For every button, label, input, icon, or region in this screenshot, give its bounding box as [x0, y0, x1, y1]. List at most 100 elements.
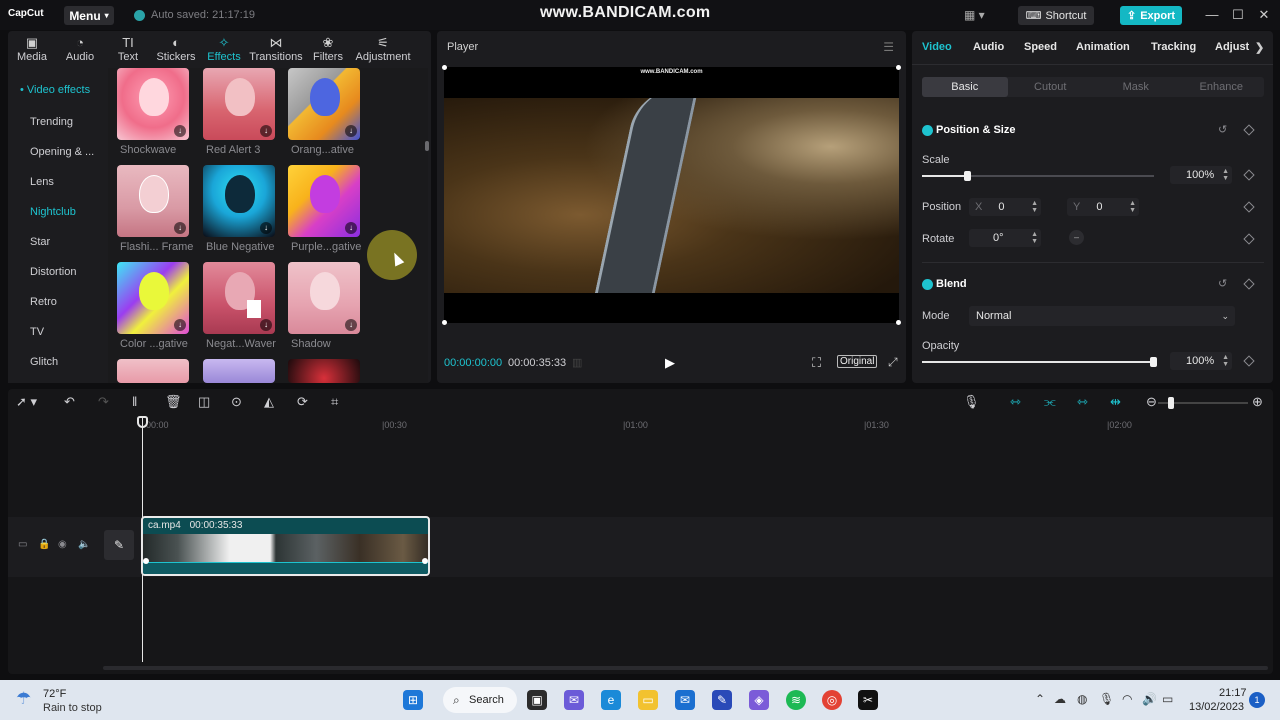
windows-start-icon[interactable]: ⊞	[403, 690, 423, 710]
rotate-icon[interactable]: ⟳	[297, 394, 308, 410]
tab-speed[interactable]: Speed	[1024, 41, 1057, 53]
cover-toggle-icon[interactable]: ▭	[18, 539, 27, 550]
timeline-ruler[interactable]: 00:00 |00:30 |01:00 |01:30 |02:00	[8, 416, 1273, 432]
video-viewport[interactable]: www.BANDICAM.com	[442, 65, 901, 325]
freeze-icon[interactable]: ◫	[198, 394, 210, 410]
sidebar-item-lens[interactable]: Lens	[30, 176, 54, 188]
tab-adjustment[interactable]: ⚟ Adjustment	[352, 31, 414, 67]
fullscreen-icon[interactable]: ⤢	[888, 355, 898, 370]
position-y-input[interactable]: Y 0 ▲ ▼	[1067, 198, 1139, 216]
opacity-slider[interactable]	[922, 357, 1157, 367]
tray-app-icon[interactable]: ◍	[1077, 692, 1087, 706]
tab-media[interactable]: ▣ Media	[8, 31, 56, 67]
lock-icon[interactable]: 🔒	[38, 539, 50, 550]
tab-audio[interactable]: ◔ Audio	[56, 31, 104, 67]
mute-icon[interactable]: 🔈	[78, 539, 90, 550]
effect-thumb-partial[interactable]	[203, 359, 275, 383]
effect-thumb-partial[interactable]	[288, 359, 360, 383]
subtab-mask[interactable]: Mask	[1093, 77, 1179, 97]
chevron-right-icon[interactable]: ❯	[1255, 41, 1264, 54]
chevron-up-icon[interactable]: ⌃	[1035, 692, 1045, 706]
mail-icon[interactable]: ✉	[675, 690, 695, 710]
stepper-icon[interactable]: ▲ ▼	[1031, 231, 1038, 245]
effect-thumb-negative-waver[interactable]: ↓	[203, 262, 275, 334]
download-icon[interactable]: ↓	[260, 319, 272, 331]
delete-icon[interactable]: 🗑	[165, 394, 182, 410]
sidebar-item-star[interactable]: Star	[30, 236, 50, 248]
effect-thumb-shockwave[interactable]: ↓	[117, 68, 189, 140]
export-button[interactable]: ⇪ Export	[1120, 6, 1182, 25]
undo-icon[interactable]: ↶	[64, 394, 75, 410]
capcut-icon[interactable]: ✂	[858, 690, 878, 710]
close-icon[interactable]: ✕	[1254, 7, 1274, 23]
sidebar-item-retro[interactable]: Retro	[30, 296, 57, 308]
spotify-icon[interactable]: ≋	[786, 690, 806, 710]
zoom-in-icon[interactable]: ⊕	[1252, 394, 1263, 410]
chrome-icon[interactable]: ◎	[822, 690, 842, 710]
keyframe-icon[interactable]	[1243, 201, 1255, 213]
volume-icon[interactable]: 🔊	[1142, 692, 1157, 706]
download-icon[interactable]: ↓	[345, 222, 357, 234]
opacity-input[interactable]: 100% ▲ ▼	[1170, 352, 1232, 370]
subtab-cutout[interactable]: Cutout	[1008, 77, 1094, 97]
download-icon[interactable]: ↓	[345, 319, 357, 331]
file-explorer-icon[interactable]: ▭	[638, 690, 658, 710]
minimize-icon[interactable]: —	[1202, 7, 1222, 22]
keyframe-icon[interactable]	[1243, 124, 1255, 136]
link-icon[interactable]: ⫘	[1044, 394, 1056, 410]
original-ratio-button[interactable]: Original	[837, 355, 878, 368]
menu-icon[interactable]: ☰	[883, 40, 894, 54]
microphone-tray-icon[interactable]: 🎙	[1099, 692, 1114, 706]
timecode-grid-icon[interactable]: ▥	[572, 356, 582, 369]
store-icon[interactable]: ✎	[712, 690, 732, 710]
rotate-input[interactable]: 0° ▲ ▼	[969, 229, 1041, 247]
timeline-scrollbar[interactable]	[103, 666, 1268, 670]
resize-handle[interactable]	[442, 65, 447, 70]
maximize-icon[interactable]: ☐	[1228, 7, 1248, 23]
stepper-icon[interactable]: ▲ ▼	[1222, 168, 1229, 182]
download-icon[interactable]: ↓	[174, 222, 186, 234]
select-cursor-icon[interactable]: ➚ ▾	[16, 394, 37, 410]
keyframe-icon[interactable]	[1243, 355, 1255, 367]
reset-icon[interactable]: ↺	[1218, 123, 1227, 136]
download-icon[interactable]: ↓	[174, 319, 186, 331]
layout-icon[interactable]: ▦ ▾	[964, 8, 985, 22]
tab-text[interactable]: TI Text	[104, 31, 152, 67]
tab-adjust[interactable]: Adjust	[1215, 41, 1249, 53]
resize-handle[interactable]	[442, 320, 447, 325]
reverse-icon[interactable]: ⊙	[231, 394, 242, 410]
effect-thumb-color-negative[interactable]: ↓	[117, 262, 189, 334]
stepper-icon[interactable]: ▲ ▼	[1031, 200, 1038, 214]
sidebar-item-nightclub[interactable]: Nightclub	[30, 206, 76, 218]
play-icon[interactable]: ▶	[665, 355, 675, 371]
fit-screen-icon[interactable]: ⛶	[812, 355, 821, 371]
edit-cover-icon[interactable]: ✎	[104, 530, 134, 560]
video-clip[interactable]: ca.mp4 00:00:35:33	[141, 516, 430, 576]
wifi-icon[interactable]: ◠	[1122, 692, 1132, 706]
rotate-dial-icon[interactable]: –	[1069, 230, 1084, 245]
edge-browser-icon[interactable]: e	[601, 690, 621, 710]
tab-filters[interactable]: ❀ Filters	[304, 31, 352, 67]
task-view-icon[interactable]: ▣	[527, 690, 547, 710]
resize-handle[interactable]	[896, 65, 901, 70]
keyframe-icon[interactable]	[1243, 278, 1255, 290]
download-icon[interactable]: ↓	[174, 125, 186, 137]
scrollbar[interactable]	[425, 141, 429, 151]
tab-tracking[interactable]: Tracking	[1151, 41, 1196, 53]
reset-icon[interactable]: ↺	[1218, 277, 1227, 290]
tab-audio[interactable]: Audio	[973, 41, 1004, 53]
effect-thumb-flashing-frame[interactable]: ↓	[117, 165, 189, 237]
subtab-basic[interactable]: Basic	[922, 77, 1008, 97]
mirror-icon[interactable]: ◭	[264, 394, 274, 410]
weather-rain-icon[interactable]: ☂	[16, 689, 31, 709]
sidebar-item-tv[interactable]: TV	[30, 326, 44, 338]
scale-slider[interactable]	[922, 171, 1154, 181]
download-icon[interactable]: ↓	[345, 125, 357, 137]
sidebar-heading-video-effects[interactable]: • Video effects	[20, 84, 90, 96]
zoom-out-icon[interactable]: ⊖	[1146, 394, 1157, 410]
snap-icon[interactable]: ⇹	[1110, 394, 1121, 410]
effect-thumb-red-alert-3[interactable]: ↓	[203, 68, 275, 140]
clip-left-handle[interactable]	[143, 558, 149, 564]
weather-temperature[interactable]: 72°F	[43, 688, 66, 700]
tab-transitions[interactable]: ⋈ Transitions	[248, 31, 304, 67]
